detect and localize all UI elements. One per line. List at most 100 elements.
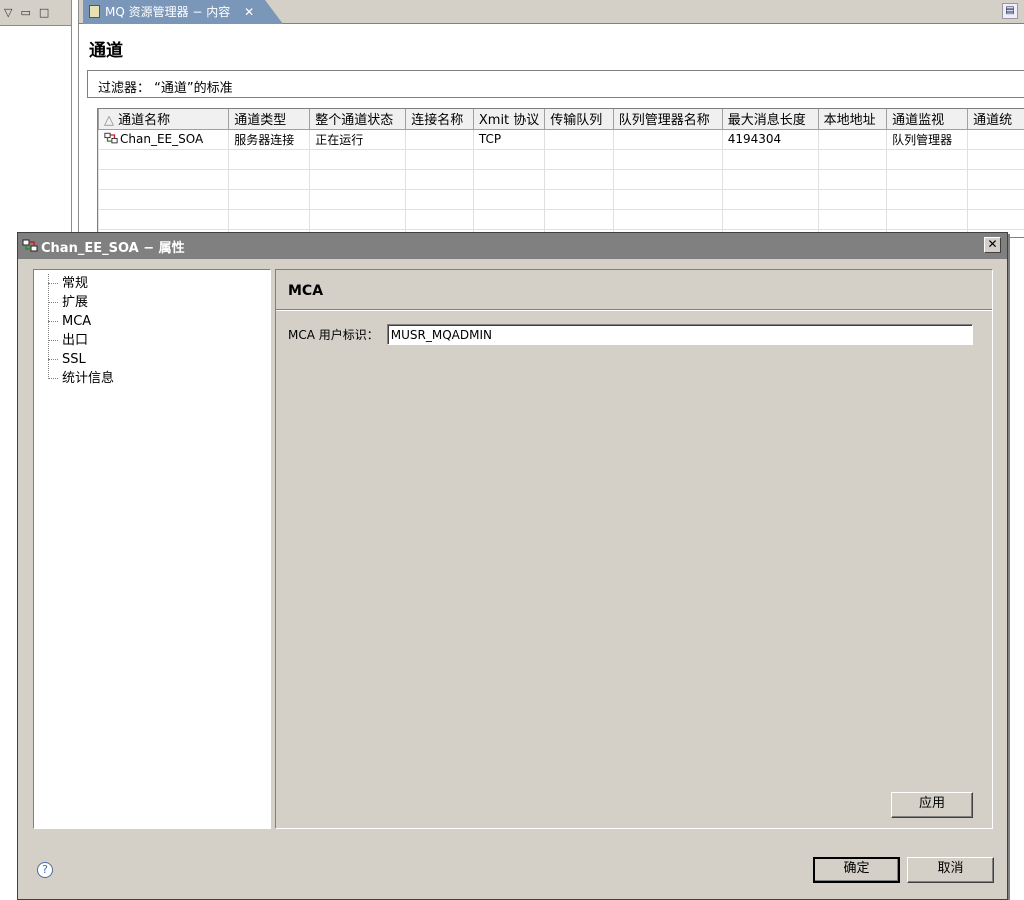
channel-icon [22, 239, 38, 252]
empty-cell [405, 208, 474, 230]
empty-cell [472, 208, 546, 230]
close-tab-icon[interactable]: ✕ [244, 5, 254, 19]
empty-cell [544, 168, 614, 190]
properties-dialog: Chan_EE_SOA − 属性 ✕ 常规扩展 MCA 出口 SSL 统计信息 MCA … [17, 232, 1008, 900]
empty-cell [472, 168, 546, 190]
minimize-icon[interactable]: ▭ [20, 6, 30, 19]
document-icon [89, 5, 100, 18]
maximize-icon[interactable]: □ [39, 6, 49, 19]
tree-item[interactable]: SSL [34, 350, 270, 369]
table-cell: 4194304 [721, 128, 819, 150]
filter-label[interactable]: 过滤器： “通道”的标准 [87, 70, 1024, 98]
column-header[interactable]: 最大消息长度 [721, 109, 819, 130]
mca-user-input[interactable]: MUSR_MQADMIN [386, 324, 973, 345]
column-header[interactable]: 通道类型 [228, 109, 311, 130]
empty-cell [309, 168, 407, 190]
column-header-label: Xmit 协议 [478, 113, 540, 129]
empty-cell [886, 148, 969, 170]
table-layout-icon[interactable]: ▤ [1002, 3, 1018, 19]
table-cell [612, 128, 723, 150]
empty-cell [817, 168, 888, 190]
empty-cell [886, 188, 969, 210]
channels-table: △ 通道名称 通道类型 整个通道状态 连接名称 Xmit 协议 传输队列 队列管理器名称 最大… [97, 108, 1024, 238]
column-header[interactable]: 通道统 [967, 109, 1024, 130]
column-header[interactable]: 本地地址 [817, 109, 888, 130]
cell-value: Chan_EE_SOA [120, 132, 204, 146]
mca-user-label: MCA 用户标识： [288, 328, 379, 342]
help-icon[interactable]: ? [37, 862, 53, 878]
empty-cell [309, 188, 407, 210]
tree-item[interactable]: 常规 [34, 274, 270, 293]
left-view-toolbar: ▽ ▭ □ [0, 0, 71, 26]
empty-row [98, 208, 1024, 230]
column-header[interactable]: 整个通道状态 [309, 109, 407, 130]
tree-item-label: 扩展 [62, 295, 89, 310]
tree-item-label: 出口 [62, 333, 89, 348]
empty-cell [612, 148, 723, 170]
empty-cell [309, 208, 407, 230]
column-header-label: 通道监视 [892, 113, 945, 129]
empty-cell [98, 148, 230, 170]
chevron-down-icon[interactable]: ▽ [4, 6, 12, 19]
empty-cell [472, 188, 546, 210]
empty-cell [544, 188, 614, 210]
empty-cell [228, 188, 311, 210]
empty-cell [721, 148, 819, 170]
table-row[interactable]: Chan_EE_SOA 服务器连接 正在运行 TCP 4194304 队列管理器 [98, 128, 1024, 150]
dialog-title: Chan_EE_SOA − 属性 [41, 240, 185, 256]
column-header-label: 队列管理器名称 [618, 113, 710, 129]
cell-value: 4194304 [727, 132, 782, 146]
cell-value: 服务器连接 [234, 132, 295, 147]
empty-cell [405, 188, 474, 210]
page-title: 通道 [89, 41, 123, 61]
column-header[interactable]: 传输队列 [544, 109, 614, 130]
empty-cell [309, 148, 407, 170]
tree-item[interactable]: 统计信息 [34, 369, 270, 388]
column-header[interactable]: Xmit 协议 [472, 109, 546, 130]
empty-cell [472, 148, 546, 170]
cell-value: 正在运行 [315, 132, 364, 147]
empty-cell [967, 168, 1024, 190]
table-cell: 服务器连接 [228, 128, 311, 150]
empty-cell [612, 208, 723, 230]
column-header[interactable]: 通道监视 [886, 109, 969, 130]
empty-cell [721, 208, 819, 230]
page-heading: MCA [276, 270, 992, 310]
empty-cell [817, 208, 888, 230]
empty-cell [967, 188, 1024, 210]
table-cell: 队列管理器 [886, 128, 969, 150]
column-header[interactable]: 连接名称 [405, 109, 474, 130]
sort-ascending-icon: △ [104, 113, 119, 129]
channel-icon [104, 132, 118, 144]
empty-row [98, 148, 1024, 170]
empty-cell [886, 168, 969, 190]
table-cell: Chan_EE_SOA [98, 128, 230, 150]
cancel-button[interactable]: 取消 [907, 857, 994, 883]
column-header[interactable]: 队列管理器名称 [612, 109, 723, 130]
tree-item-label: 统计信息 [62, 371, 115, 386]
tree-item[interactable]: 扩展 [34, 293, 270, 312]
column-header[interactable]: △ 通道名称 [98, 109, 230, 130]
table-cell [405, 128, 474, 150]
column-header-label: 通道名称 [118, 113, 171, 129]
empty-cell [544, 208, 614, 230]
empty-cell [721, 188, 819, 210]
column-header-label: 连接名称 [411, 113, 464, 129]
empty-cell [228, 208, 311, 230]
tree-item[interactable]: 出口 [34, 331, 270, 350]
tree-item[interactable]: MCA [34, 312, 270, 331]
cell-value: TCP [478, 132, 502, 146]
tab-mq-explorer-content[interactable]: MQ 资源管理器 − 内容 ✕ [83, 0, 283, 24]
table-cell [817, 128, 888, 150]
close-button[interactable]: ✕ [984, 237, 1001, 253]
empty-cell [405, 168, 474, 190]
apply-button[interactable]: 应用 [891, 792, 973, 818]
editor-tabbar: MQ 资源管理器 − 内容 ✕ ▤ [79, 0, 1024, 24]
empty-cell [98, 208, 230, 230]
empty-cell [612, 168, 723, 190]
dialog-titlebar[interactable]: Chan_EE_SOA − 属性 ✕ [18, 233, 1007, 259]
column-header-label: 最大消息长度 [727, 113, 806, 129]
ok-button[interactable]: 确定 [813, 857, 900, 883]
editor-toolbar: ▤ [1002, 3, 1018, 19]
column-header-label: 通道统 [973, 113, 1013, 129]
